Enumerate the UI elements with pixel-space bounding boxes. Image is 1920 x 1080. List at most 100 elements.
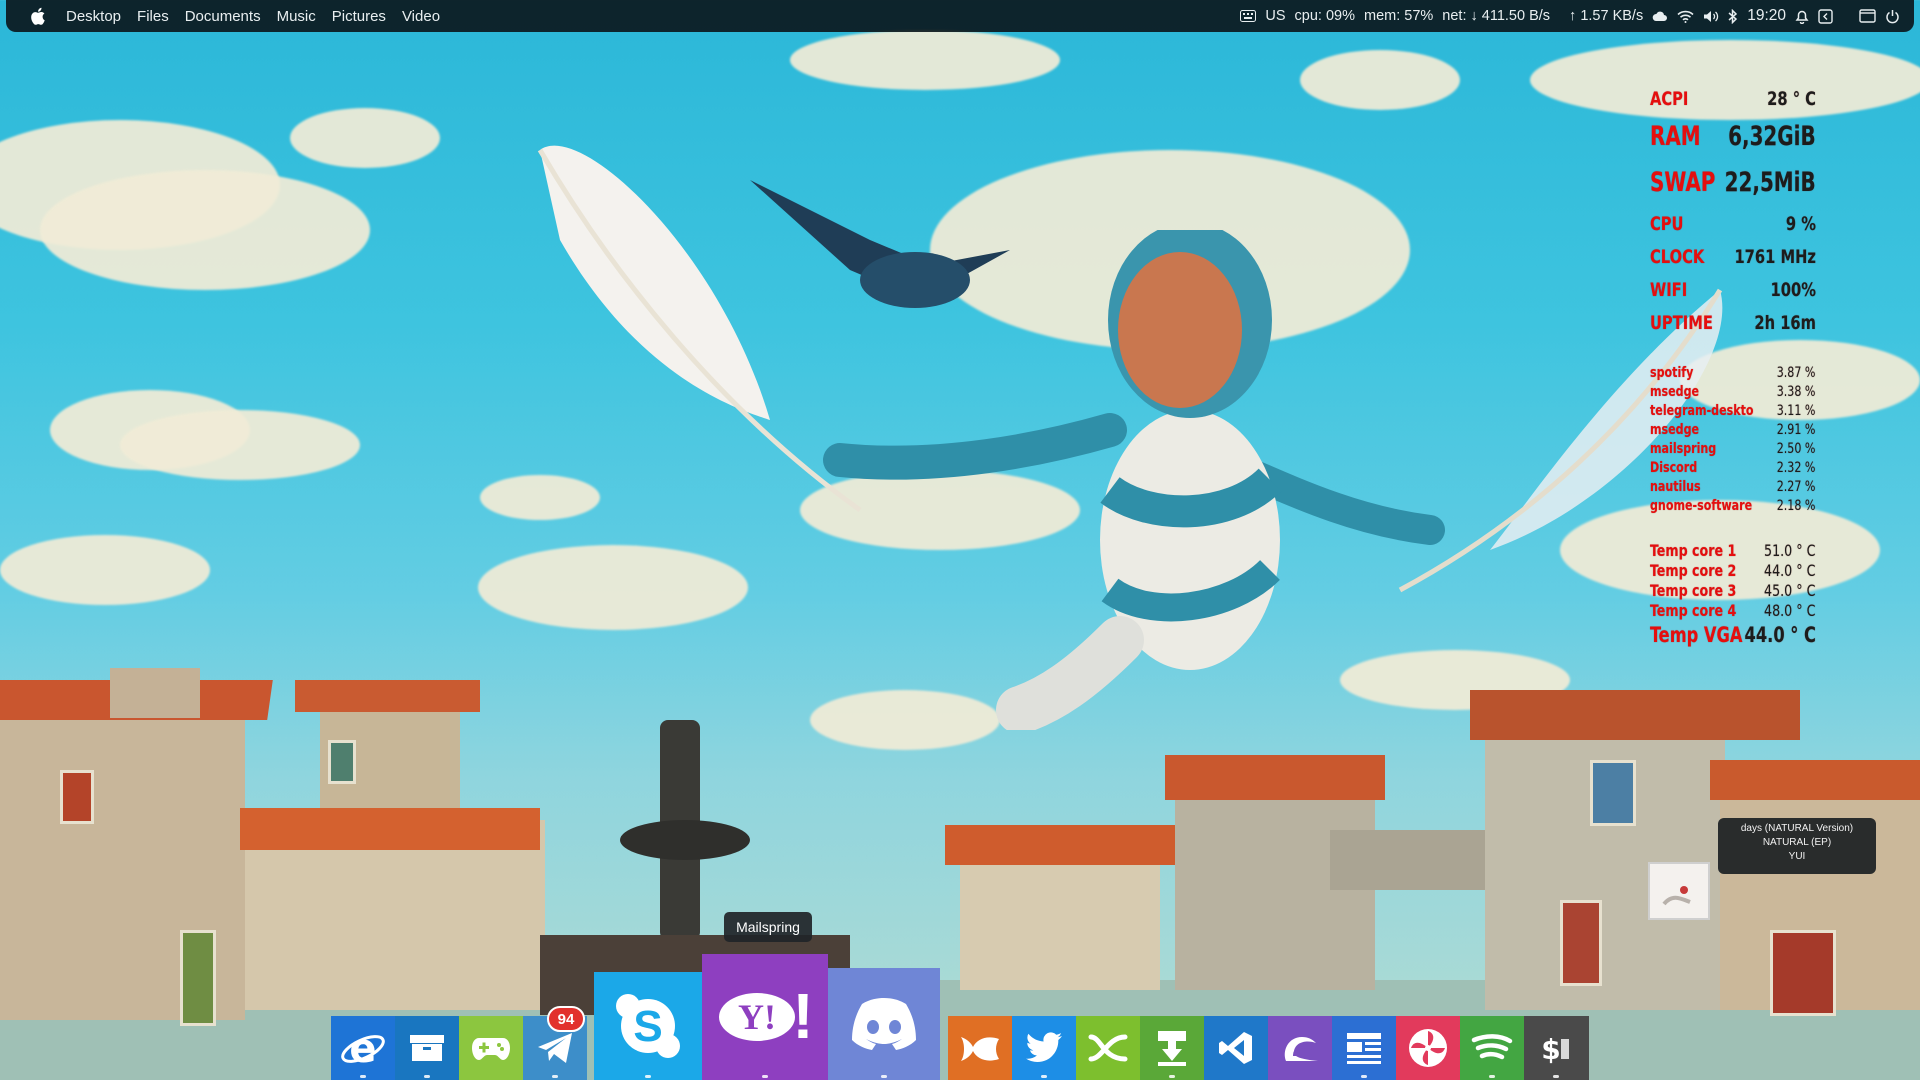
menu-pictures[interactable]: Pictures (332, 8, 386, 25)
menu-music[interactable]: Music (277, 8, 316, 25)
crossover-icon (1088, 1034, 1128, 1062)
dock-app-internet-explorer[interactable]: e (331, 1016, 395, 1080)
apple-logo-icon[interactable] (28, 6, 48, 26)
conky-value: 1761 MHz (1734, 246, 1816, 268)
conky-wifi: WIFI 100% (1650, 279, 1816, 312)
dock-app-games[interactable] (459, 1016, 523, 1080)
cloud (120, 410, 360, 480)
process-value: 2.50 % (1776, 441, 1816, 457)
bird (750, 180, 1010, 308)
cloud (1300, 50, 1460, 110)
fish-icon (961, 1037, 999, 1061)
dock-app-pinwheel[interactable] (1396, 1016, 1460, 1080)
track-artist: YUI (1788, 851, 1806, 862)
window-icon[interactable] (1859, 9, 1876, 23)
back-icon[interactable] (1818, 8, 1833, 24)
conky-clock: CLOCK 1761 MHz (1650, 246, 1816, 279)
temp-value: 44.0 ° C (1764, 561, 1816, 580)
wifi-icon[interactable] (1677, 10, 1694, 23)
process-value: 3.11 % (1776, 403, 1816, 419)
process-row: Discord 2.32 % (1650, 460, 1815, 479)
terminal-icon: $ (1541, 1033, 1569, 1066)
cloud-icon[interactable] (1652, 10, 1668, 22)
temp-value: 44.0 ° C (1744, 623, 1816, 647)
process-row: mailspring 2.50 % (1650, 441, 1815, 460)
discord-icon (852, 998, 916, 1050)
roof (240, 808, 540, 850)
ie-icon: e (341, 1026, 385, 1071)
menu-video[interactable]: Video (402, 8, 440, 25)
conky-value: 28 ° C (1767, 88, 1816, 110)
conky-label: CPU (1650, 213, 1684, 235)
volume-icon[interactable] (1703, 10, 1719, 23)
dock-app-spotify[interactable] (1460, 1016, 1524, 1080)
album-art[interactable] (1648, 862, 1710, 920)
dock-app-gnome-builder[interactable] (1268, 1016, 1332, 1080)
window (328, 740, 356, 784)
cloud (790, 30, 1060, 90)
clock[interactable]: 19:20 (1747, 7, 1786, 25)
conky-value: 100% (1770, 279, 1816, 301)
mem-usage: mem: 57% (1363, 8, 1434, 24)
track-title: days (NATURAL Version) (1740, 823, 1854, 834)
gamepad-icon (472, 1038, 510, 1060)
dock-app-crossover[interactable] (1076, 1016, 1140, 1080)
bluetooth-icon[interactable] (1728, 8, 1738, 24)
keyboard-icon[interactable] (1240, 10, 1257, 22)
net-up: ↑ 1.57 KB/s (1569, 8, 1644, 24)
album-art-image (1650, 864, 1708, 918)
top-bar: Desktop Files Documents Music Pictures V… (6, 0, 1914, 32)
telegram-icon (538, 1033, 572, 1063)
temp-value: 51.0 ° C (1764, 541, 1816, 560)
process-row: spotify 3.87 % (1650, 365, 1815, 384)
cpu-usage: cpu: 09% (1294, 8, 1355, 24)
power-icon[interactable] (1885, 9, 1900, 24)
dock-app-skype[interactable]: S (594, 972, 702, 1080)
process-name: Discord (1650, 460, 1698, 476)
dock-app-vscode[interactable] (1204, 1016, 1268, 1080)
temp-name: Temp VGA (1650, 623, 1743, 647)
conky-label: RAM (1650, 121, 1701, 152)
conky-label: SWAP (1650, 167, 1716, 198)
running-indicator (1553, 1075, 1559, 1078)
menu-files[interactable]: Files (137, 8, 169, 25)
keyboard-layout[interactable]: US (1265, 8, 1285, 24)
process-value: 2.18 % (1776, 498, 1816, 514)
temp-vga-row: Temp VGA 44.0 ° C (1650, 623, 1816, 653)
roof (295, 680, 480, 712)
dock-app-terminal[interactable]: $ (1524, 1016, 1589, 1080)
cloud (40, 170, 370, 290)
dock-app-updater[interactable] (1140, 1016, 1204, 1080)
cloud (290, 108, 440, 168)
roof (1710, 760, 1920, 800)
temp-name: Temp core 4 (1650, 601, 1737, 620)
conky-swap: SWAP 22,5MiB (1650, 167, 1816, 213)
bell-icon[interactable] (1795, 9, 1809, 24)
dock-app-twitter[interactable] (1012, 1016, 1076, 1080)
conky-label: WIFI (1650, 279, 1688, 301)
now-playing-card[interactable]: days (NATURAL Version) NATURAL (EP) YUI (1718, 818, 1876, 874)
dock-app-discord[interactable] (828, 968, 940, 1080)
process-name: gnome-software (1650, 498, 1753, 514)
conky-value: 2h 16m (1754, 312, 1816, 334)
dock-app-mailspring[interactable]: Y!! (702, 954, 828, 1080)
dock-app-gnome-software[interactable] (948, 1016, 1012, 1080)
cloud (0, 535, 210, 605)
dock-app-telegram[interactable]: 94 (523, 1006, 587, 1080)
temp-name: Temp core 3 (1650, 581, 1737, 600)
dock-app-archive-manager[interactable] (395, 1016, 459, 1080)
window (180, 930, 216, 1026)
skype-icon: S (616, 994, 680, 1058)
roof (1470, 690, 1800, 740)
download-icon (1158, 1031, 1186, 1066)
process-name: mailspring (1650, 441, 1717, 457)
menu-documents[interactable]: Documents (185, 8, 261, 25)
svg-text:!: ! (792, 982, 813, 1052)
process-name: spotify (1650, 365, 1694, 381)
process-name: msedge (1650, 422, 1700, 438)
menu-desktop[interactable]: Desktop (66, 8, 121, 25)
svg-text:e: e (349, 1026, 376, 1071)
dock-app-news[interactable] (1332, 1016, 1396, 1080)
conky-label: ACPI (1650, 88, 1689, 110)
svg-text:S: S (633, 1002, 662, 1051)
